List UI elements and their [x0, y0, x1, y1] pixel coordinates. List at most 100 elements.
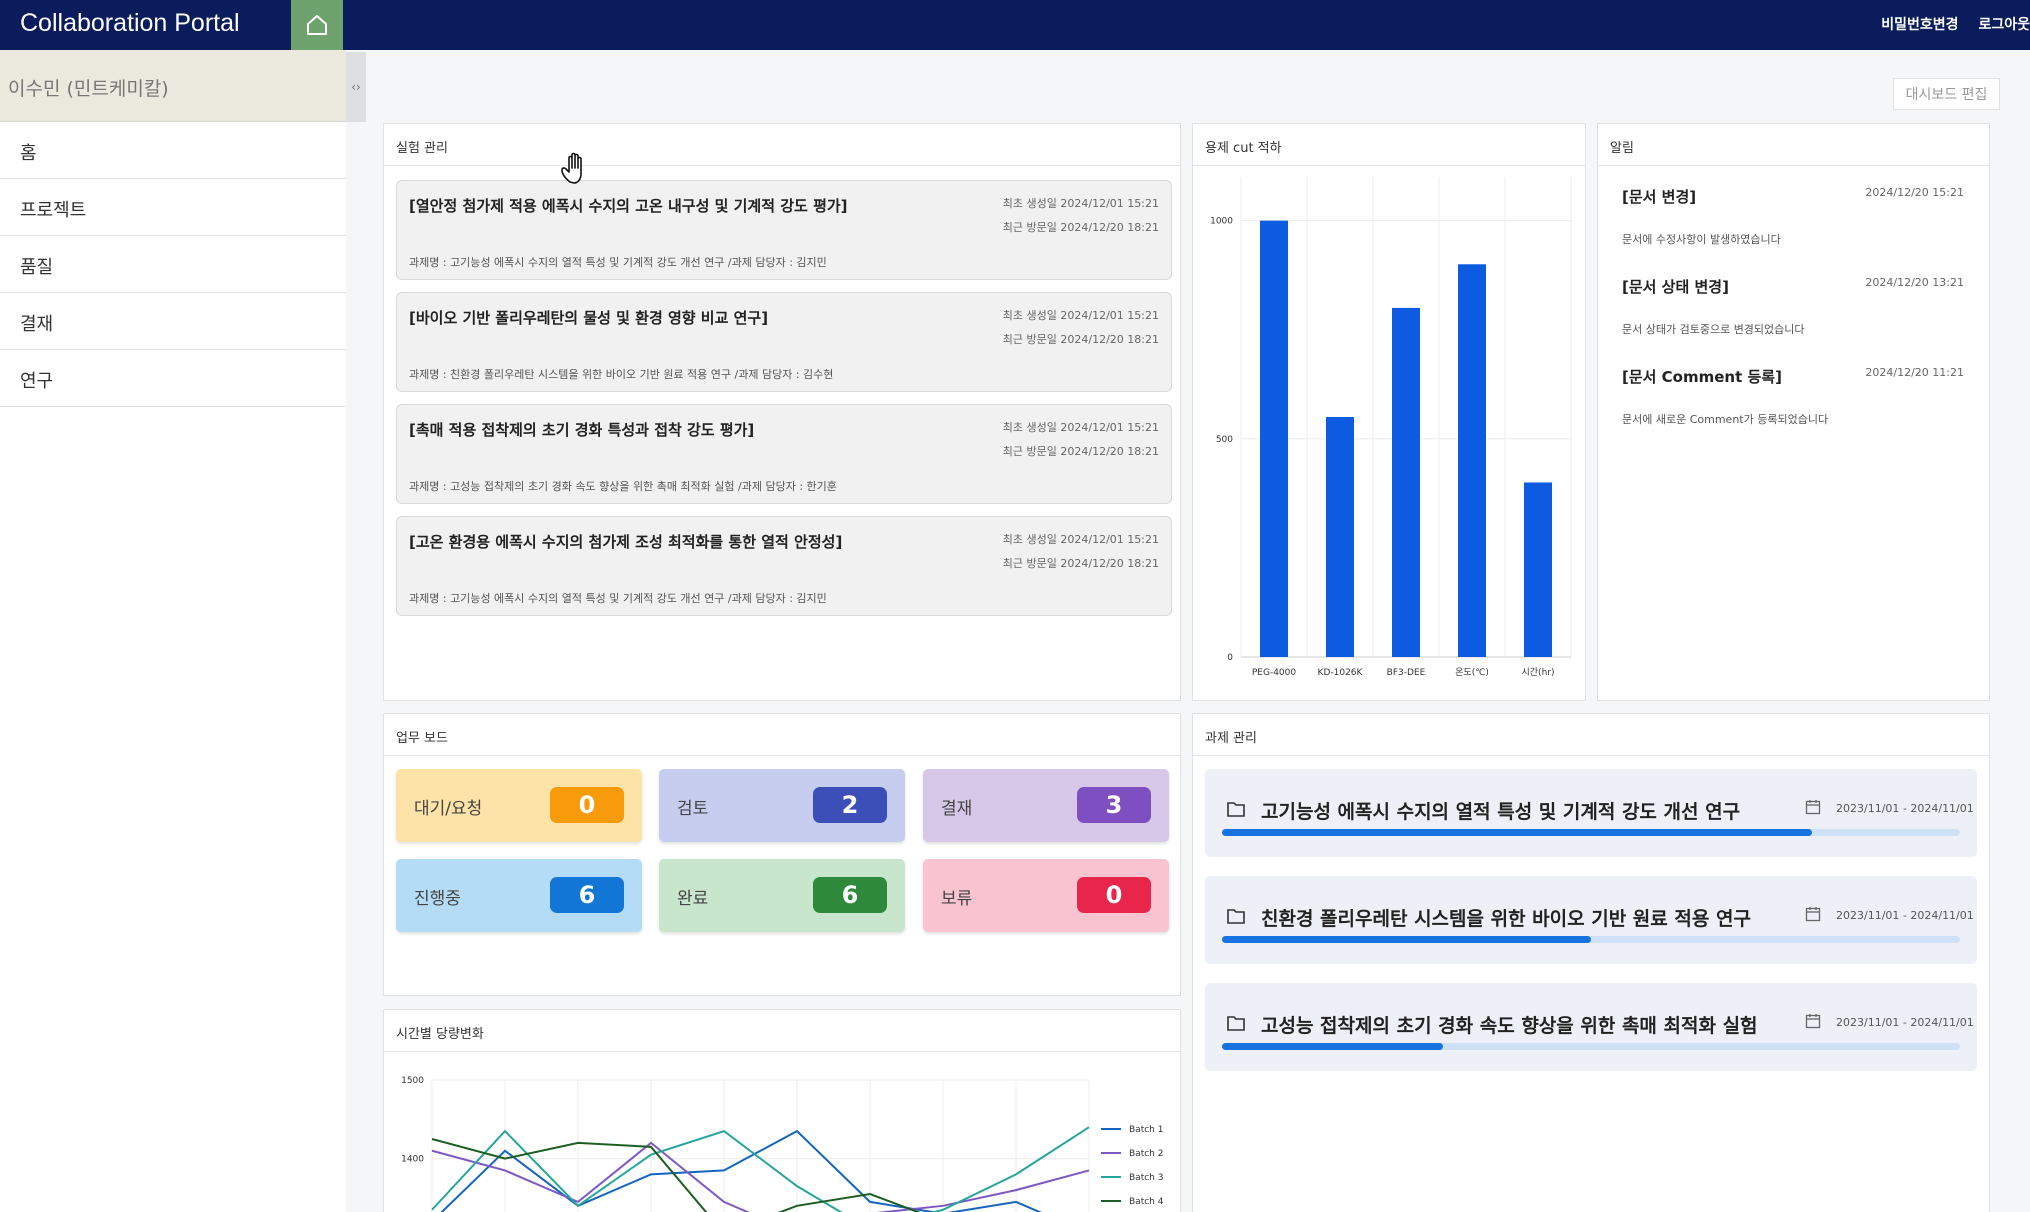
task-progress-fill — [1222, 1043, 1444, 1050]
bar-chart: 0 500 1000 PEG-4000 KD-1026K BF3-DEE 온도(℃) 시간(h… — [1210, 177, 1572, 678]
experiment-title: [촉매 적용 접착제의 초기 경화 특성과 접착 강도 평가] — [409, 421, 755, 439]
task-card-title: 과제 관리 — [1193, 714, 1989, 756]
experiment-visited: 최근 방문일 2024/12/20 18:21 — [1002, 333, 1159, 346]
task-progress-fill — [1222, 829, 1813, 836]
x-tick-label: KD-1026K — [1318, 668, 1364, 678]
experiment-item[interactable]: [바이오 기반 폴리우레탄의 물성 및 환경 영향 비교 연구] 최초 생성일 … — [396, 292, 1172, 392]
y-tick-label: 500 — [1216, 435, 1233, 445]
calendar-icon — [1805, 800, 1821, 815]
experiment-desc: 과제명 : 고기능성 에폭시 수지의 열적 특성 및 기계적 강도 개선 연구 … — [409, 592, 827, 605]
home-button[interactable] — [291, 0, 343, 50]
experiment-desc: 과제명 : 친환경 폴리우레탄 시스템을 위한 바이오 기반 원료 적용 연구 … — [409, 368, 834, 381]
alert-message: 문서에 수정사항이 발생하였습니다 — [1622, 233, 1781, 246]
task-item[interactable]: 고기능성 에폭시 수지의 열적 특성 및 기계적 강도 개선 연구 2023/1… — [1205, 769, 1977, 857]
alert-item[interactable]: [문서 변경] 2024/12/20 15:21 문서에 수정사항이 발생하였습… — [1622, 186, 1964, 247]
series-line — [440, 1129, 1042, 1212]
y-tick-label: 0 — [1227, 653, 1233, 663]
sidebar-item-approval[interactable]: 결재 — [0, 293, 346, 350]
logout-link[interactable]: 로그아웃 — [1978, 14, 2030, 34]
folder-icon — [1227, 802, 1245, 817]
calendar-icon — [1805, 1014, 1821, 1029]
sidebar-item-home[interactable]: 홈 — [0, 122, 346, 179]
experiment-visited: 최근 방문일 2024/12/20 18:21 — [1002, 445, 1159, 458]
tile-pending[interactable]: 대기/요청 0 — [396, 769, 642, 842]
alert-time: 2024/12/20 13:21 — [1865, 276, 1964, 289]
tile-label: 완료 — [677, 889, 709, 909]
bar — [1524, 482, 1552, 657]
tile-count: 2 — [813, 787, 887, 823]
experiment-visited: 최근 방문일 2024/12/20 18:21 — [1002, 221, 1159, 234]
change-password-link[interactable]: 비밀번호변경 — [1881, 14, 1958, 34]
tile-in-progress[interactable]: 진행중 6 — [396, 859, 642, 932]
experiment-created: 최초 생성일 2024/12/01 15:21 — [1002, 197, 1159, 210]
line-chart: 130014001500Batch 1Batch 2Batch 3Batch 4 — [401, 1076, 1164, 1212]
calendar-icon — [1805, 907, 1821, 922]
sidebar-collapse-toggle[interactable]: ‹› — [346, 52, 366, 122]
task-progress-bar — [1222, 829, 1960, 836]
task-card: 과제 관리 고기능성 에폭시 수지의 열적 특성 및 기계적 강도 개선 연구 … — [1192, 713, 1990, 1212]
bar — [1458, 264, 1486, 657]
alerts-title: 알림 — [1598, 124, 1989, 166]
x-tick-label: 온도(℃) — [1455, 667, 1489, 678]
bar — [1260, 220, 1288, 658]
sidebar-item-research[interactable]: 연구 — [0, 350, 346, 407]
task-date: 2023/11/01 - 2024/11/01 — [1836, 802, 1974, 815]
experiment-title: [열안정 첨가제 적용 에폭시 수지의 고온 내구성 및 기계적 강도 평가] — [409, 197, 848, 215]
tile-done[interactable]: 완료 6 — [659, 859, 905, 932]
tile-approval[interactable]: 결재 3 — [923, 769, 1169, 842]
bar-chart-title: 용제 cut 적하 — [1193, 124, 1585, 166]
tile-label: 진행중 — [414, 889, 461, 909]
experiment-desc: 과제명 : 고성능 접착제의 초기 경화 속도 향상을 위한 촉매 최적화 실험… — [409, 480, 837, 493]
dashboard-edit-button[interactable]: 대시보드 편집 — [1893, 78, 2000, 110]
series-line — [431, 1138, 921, 1212]
alerts-card: 알림 [문서 변경] 2024/12/20 15:21 문서에 수정사항이 발생… — [1597, 123, 1990, 701]
bar — [1326, 417, 1354, 657]
experiment-title: [바이오 기반 폴리우레탄의 물성 및 환경 영향 비교 연구] — [409, 309, 769, 327]
task-title: 고성능 접착제의 초기 경화 속도 향상을 위한 촉매 최적화 실험 — [1261, 1015, 1758, 1037]
task-item[interactable]: 고성능 접착제의 초기 경화 속도 향상을 위한 촉매 최적화 실험 2023/… — [1205, 983, 1977, 1071]
tile-count: 3 — [1077, 787, 1151, 823]
folder-icon — [1227, 1016, 1245, 1031]
experiment-created: 최초 생성일 2024/12/01 15:21 — [1002, 309, 1159, 322]
task-date: 2023/11/01 - 2024/11/01 — [1836, 1016, 1974, 1029]
header-links: 비밀번호변경 로그아웃 — [1881, 14, 2030, 34]
experiment-item[interactable]: [촉매 적용 접착제의 초기 경화 특성과 접착 강도 평가] 최초 생성일 2… — [396, 404, 1172, 504]
alert-item[interactable]: [문서 상태 변경] 2024/12/20 13:21 문서 상태가 검토중으로… — [1622, 276, 1964, 337]
experiment-card-title: 실험 관리 — [384, 124, 1180, 166]
y-tick-label: 1500 — [401, 1076, 424, 1086]
tile-review[interactable]: 검토 2 — [659, 769, 905, 842]
sidebar-item-project[interactable]: 프로젝트 — [0, 179, 346, 236]
tile-count: 6 — [550, 877, 624, 913]
tile-count: 0 — [1077, 877, 1151, 913]
x-tick-label: PEG-4000 — [1252, 668, 1297, 678]
task-title: 친환경 폴리우레탄 시스템을 위한 바이오 기반 원료 적용 연구 — [1261, 908, 1751, 930]
task-title: 고기능성 에폭시 수지의 열적 특성 및 기계적 강도 개선 연구 — [1261, 801, 1741, 823]
experiment-created: 최초 생성일 2024/12/01 15:21 — [1002, 533, 1159, 546]
experiment-title: [고온 환경용 에폭시 수지의 첨가제 조성 최적화를 통한 열적 안정성] — [409, 533, 843, 551]
tile-count: 0 — [550, 787, 624, 823]
legend-label: Batch 1 — [1129, 1125, 1163, 1135]
experiment-item[interactable]: [고온 환경용 에폭시 수지의 첨가제 조성 최적화를 통한 열적 안정성] 최… — [396, 516, 1172, 616]
experiment-item[interactable]: [열안정 첨가제 적용 에폭시 수지의 고온 내구성 및 기계적 강도 평가] … — [396, 180, 1172, 280]
sidebar-item-quality[interactable]: 품질 — [0, 236, 346, 293]
task-progress-bar — [1222, 936, 1960, 943]
tile-on-hold[interactable]: 보류 0 — [923, 859, 1169, 932]
legend-label: Batch 4 — [1129, 1197, 1164, 1207]
alert-message: 문서 상태가 검토중으로 변경되었습니다 — [1622, 323, 1805, 336]
line-chart-card: 시간별 당량변화 130014001500Batch 1Batch 2Batch… — [383, 1009, 1181, 1212]
alert-item[interactable]: [문서 Comment 등록] 2024/12/20 11:21 문서에 새로운… — [1622, 366, 1964, 427]
tile-label: 대기/요청 — [414, 799, 483, 819]
alert-message: 문서에 새로운 Comment가 등록되었습니다 — [1622, 413, 1829, 426]
tile-label: 결재 — [941, 799, 973, 819]
experiment-visited: 최근 방문일 2024/12/20 18:21 — [1002, 557, 1159, 570]
top-bar: Collaboration Portal 비밀번호변경 로그아웃 — [0, 0, 2030, 50]
task-item[interactable]: 친환경 폴리우레탄 시스템을 위한 바이오 기반 원료 적용 연구 2023/1… — [1205, 876, 1977, 964]
hand-cursor-icon — [561, 152, 582, 184]
line-chart-title: 시간별 당량변화 — [384, 1010, 1180, 1052]
experiment-card: 실험 관리 [열안정 첨가제 적용 에폭시 수지의 고온 내구성 및 기계적 강… — [383, 123, 1181, 701]
tile-label: 보류 — [941, 889, 973, 909]
bar — [1392, 307, 1420, 657]
alert-time: 2024/12/20 15:21 — [1865, 186, 1964, 199]
task-progress-fill — [1222, 936, 1591, 943]
experiment-created: 최초 생성일 2024/12/01 15:21 — [1002, 421, 1159, 434]
